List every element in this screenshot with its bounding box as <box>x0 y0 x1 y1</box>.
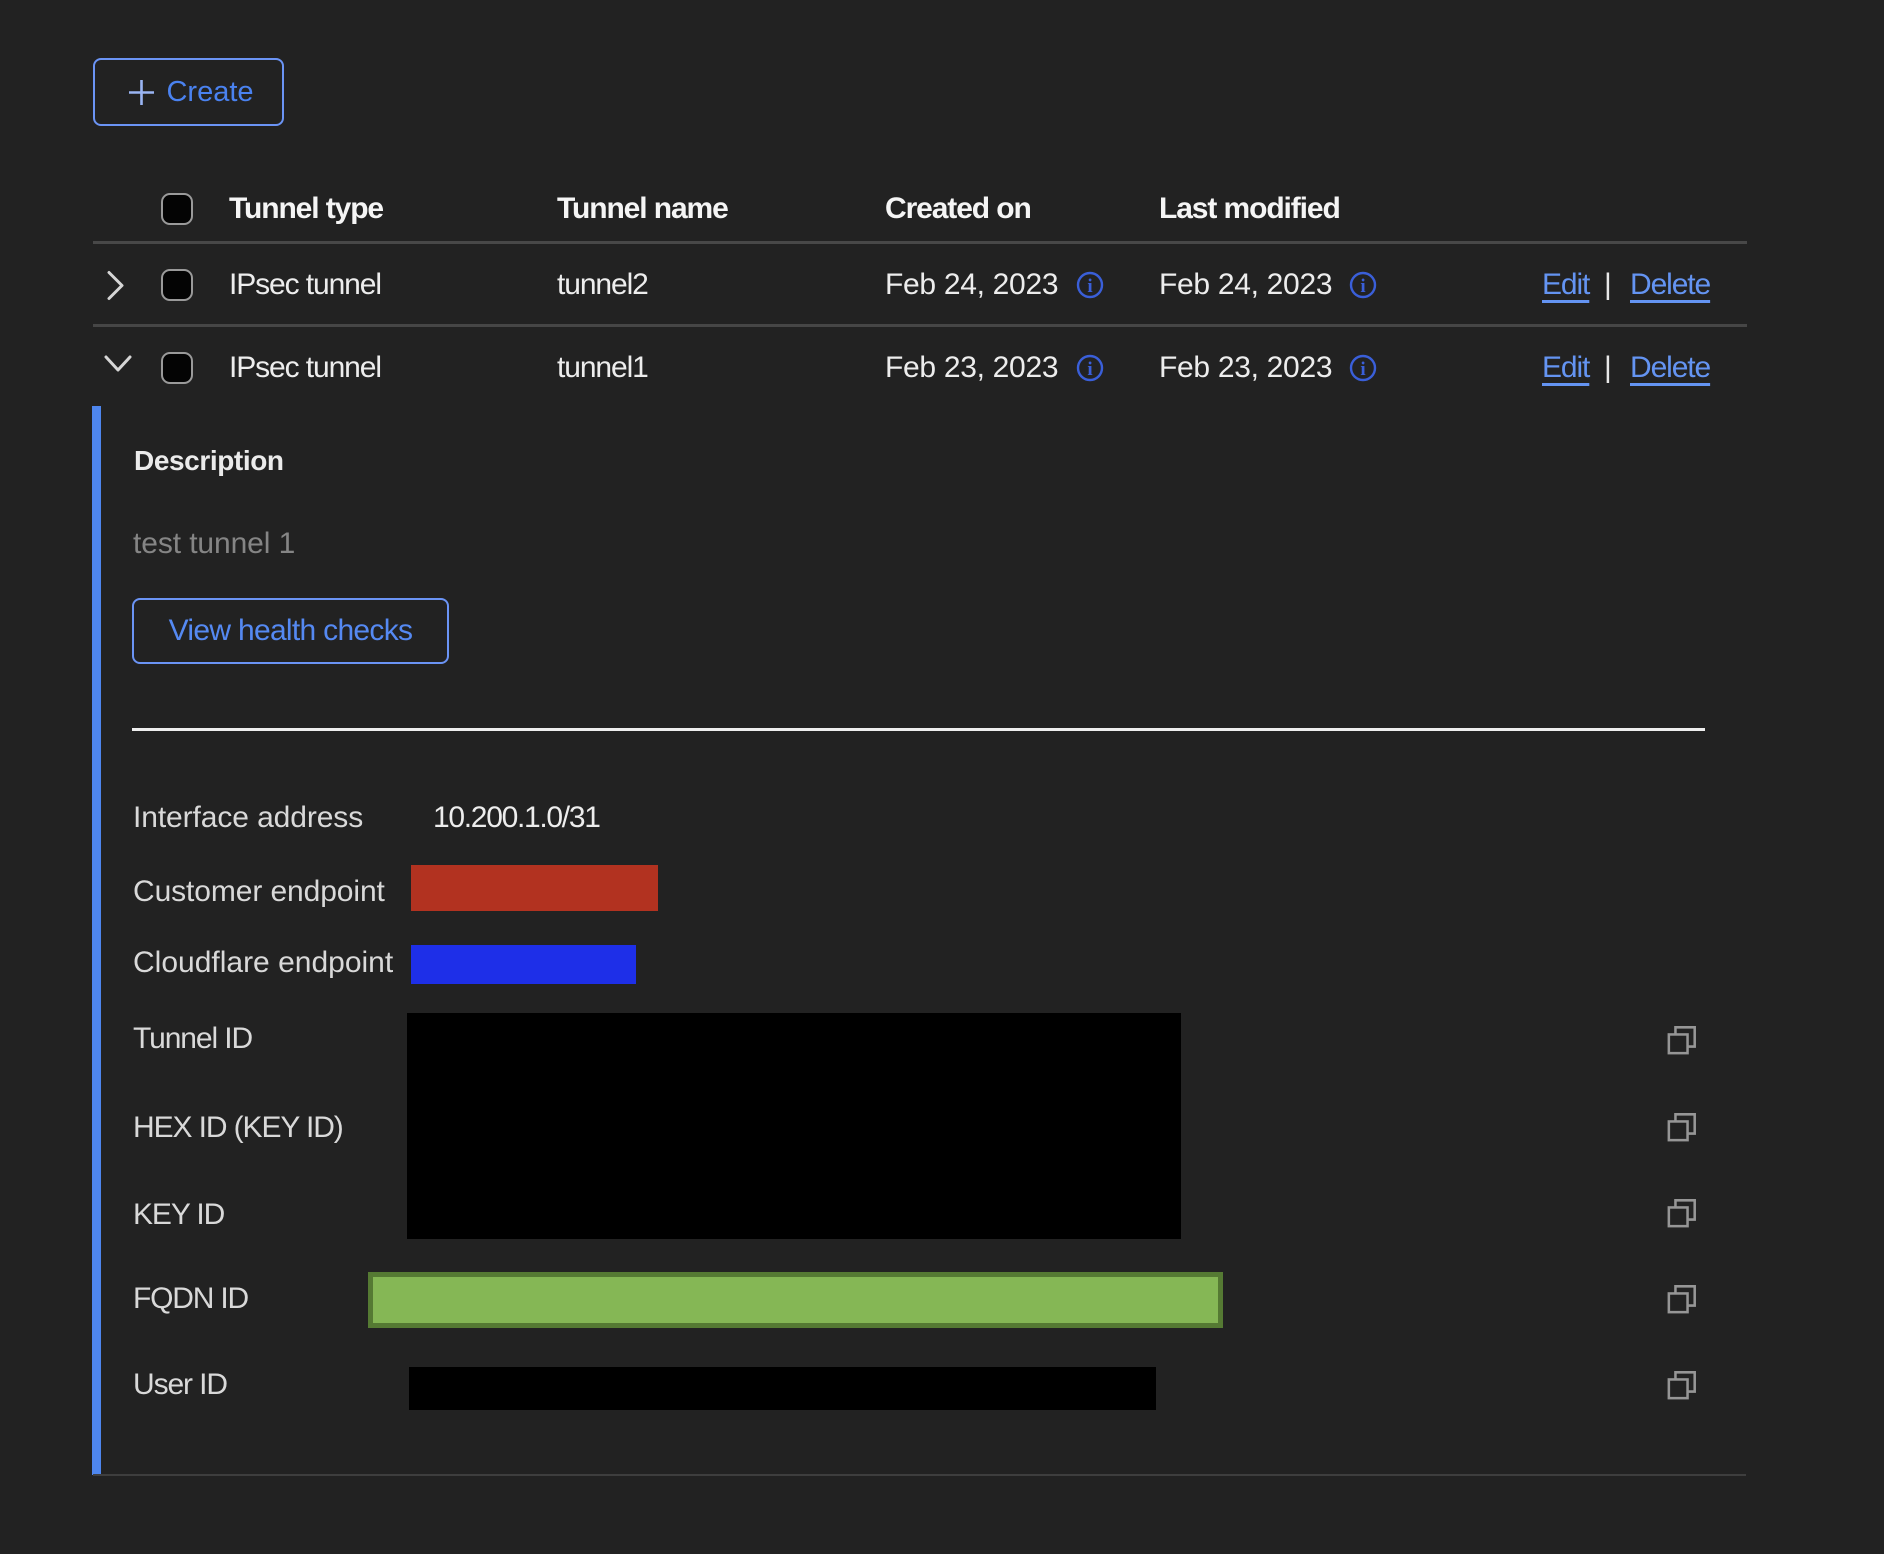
svg-text:i: i <box>1360 359 1365 380</box>
svg-text:i: i <box>1360 276 1365 297</box>
svg-text:i: i <box>1087 276 1092 297</box>
svg-text:i: i <box>1087 359 1092 380</box>
